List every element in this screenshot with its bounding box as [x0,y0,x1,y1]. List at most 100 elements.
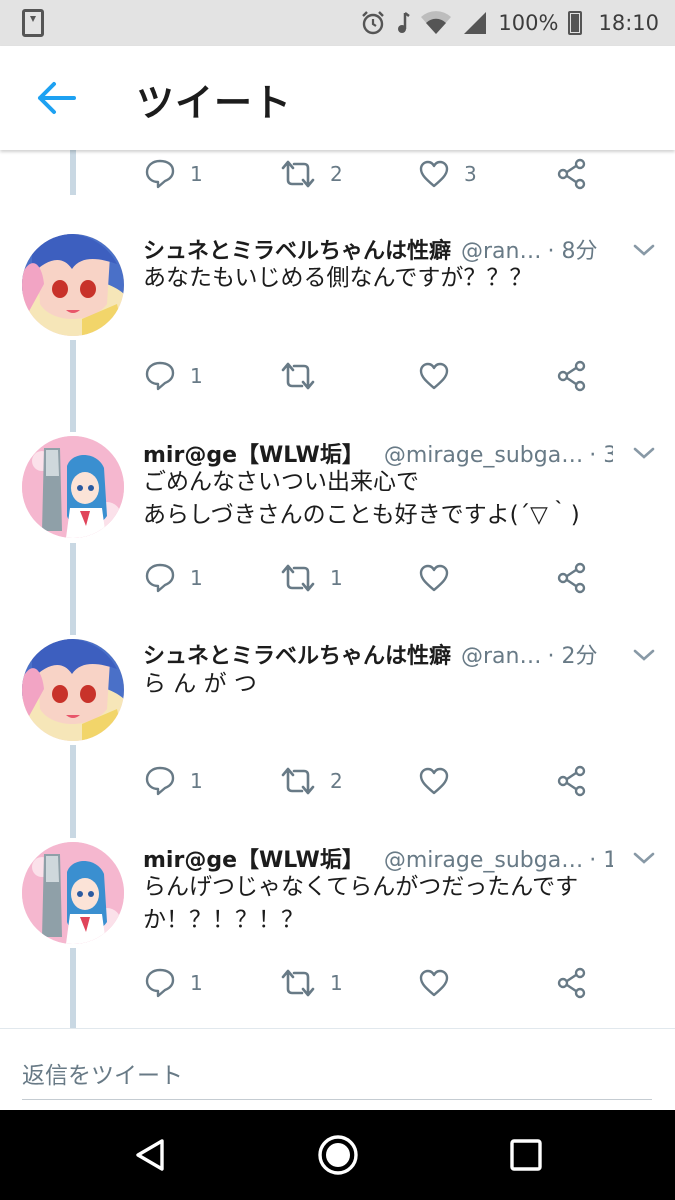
reply-input[interactable]: 返信をツイート [22,1050,652,1100]
user-handle[interactable]: @ran… [461,644,541,669]
heart-icon [418,158,450,190]
heart-icon [418,562,450,594]
reply-icon [144,967,176,999]
avatar[interactable] [22,639,124,741]
share-icon [556,360,588,392]
display-name[interactable]: シュネとミラベルちゃんは性癖 [143,233,451,265]
tweet-text-line: ごめんなさいつい出来心で [143,469,419,495]
like-count: 3 [464,162,477,186]
tweet-text: ら ん が つ [143,668,633,701]
retweet-icon [280,562,316,594]
reply-button[interactable]: 1 [144,751,203,811]
display-name[interactable]: mir@ge【WLW垢】 [143,842,364,874]
clock: 18:10 [598,11,659,35]
tweet-text-line: あなたもいじめる側なんですが？？？ [143,265,533,291]
tweet-header: シュネとミラベルちゃんは性癖 @ran… · 2分 [143,638,613,670]
reply-button[interactable]: 1 [144,953,203,1013]
battery-percent: 100% [498,11,559,35]
retweet-icon [280,967,316,999]
battery-icon [568,11,583,35]
recents-square-icon[interactable] [506,1135,546,1175]
heart-icon [418,967,450,999]
tweet-actions: 1 1 [0,548,675,608]
tweet-header: mir@ge【WLW垢】 @mirage_subga… · 3分 [143,437,613,469]
tweet-actions: 1 [0,346,675,406]
reply-count: 1 [190,971,203,995]
music-note-icon [398,12,411,33]
reply-count: 1 [190,162,203,186]
retweet-count: 2 [330,769,343,793]
user-handle[interactable]: @mirage_subga… [384,443,583,468]
retweet-button[interactable] [280,346,330,406]
status-bar: 100% 18:10 [0,0,675,46]
share-icon [556,158,588,190]
retweet-icon [280,360,316,392]
wifi-icon [421,11,452,35]
share-icon [556,765,588,797]
chevron-down-icon[interactable] [632,850,656,866]
download-icon [22,9,44,37]
tweet-header: シュネとミラベルちゃんは性癖 @ran… · 8分 [143,233,613,265]
alarm-icon [362,11,385,35]
display-name[interactable]: mir@ge【WLW垢】 [143,437,364,469]
system-navigation-bar [0,1110,675,1200]
home-circle-icon[interactable] [316,1133,360,1177]
reply-count: 1 [190,364,203,388]
avatar[interactable] [22,436,124,538]
anime-girl-avatar-image [22,639,124,741]
back-triangle-icon[interactable] [130,1135,170,1175]
user-handle[interactable]: @ran… [461,239,541,264]
timestamp[interactable]: · 1分 [589,842,613,874]
reply-button[interactable]: 1 [144,346,203,406]
avatar[interactable] [22,234,124,336]
anime-girl-avatar-image [22,234,124,336]
like-button[interactable] [418,751,464,811]
share-button[interactable] [556,346,588,406]
retweet-count: 1 [330,971,343,995]
top-app-bar: ツイート [0,46,675,150]
tweet-text: らんげつじゃなくてらんがつだったんです か！？！？！？ [143,871,633,937]
tweet-text: ごめんなさいつい出来心で あらしづきさんのことも好きですよ(´▽｀) [143,466,633,532]
user-handle[interactable]: @mirage_subga… [384,848,583,873]
display-name[interactable]: シュネとミラベルちゃんは性癖 [143,638,451,670]
anime-character-avatar-image [22,436,124,538]
tweet-text-line: らんげつじゃなくてらんがつだったんです [143,874,579,900]
reply-icon [144,562,176,594]
tweet-header: mir@ge【WLW垢】 @mirage_subga… · 1分 [143,842,613,874]
timestamp[interactable]: · 2分 [548,638,598,670]
heart-icon [418,360,450,392]
retweet-count: 1 [330,566,343,590]
chevron-down-icon[interactable] [632,647,656,663]
like-button[interactable] [418,953,464,1013]
arrow-left-icon[interactable] [34,80,78,116]
like-button[interactable]: 3 [418,144,477,204]
like-button[interactable] [418,548,464,608]
chevron-down-icon[interactable] [632,242,656,258]
tweet-actions: 1 2 [0,751,675,811]
share-button[interactable] [556,144,588,204]
reply-count: 1 [190,769,203,793]
tweet-text-line: あらしづきさんのことも好きですよ(´▽｀) [143,502,580,528]
tweet-text: あなたもいじめる側なんですが？？？ [143,262,633,295]
retweet-button[interactable]: 2 [280,751,343,811]
retweet-button[interactable]: 1 [280,548,343,608]
share-button[interactable] [556,548,588,608]
reply-icon [144,765,176,797]
heart-icon [418,765,450,797]
retweet-button[interactable]: 1 [280,953,343,1013]
reply-count: 1 [190,566,203,590]
reply-button[interactable]: 1 [144,144,203,204]
avatar[interactable] [22,842,124,944]
cellular-icon [464,12,487,34]
chevron-down-icon[interactable] [632,445,656,461]
page-title: ツイート [136,81,293,125]
timestamp[interactable]: · 8分 [548,233,598,265]
share-button[interactable] [556,953,588,1013]
retweet-count: 2 [330,162,343,186]
reply-button[interactable]: 1 [144,548,203,608]
like-button[interactable] [418,346,464,406]
share-button[interactable] [556,751,588,811]
timestamp[interactable]: · 3分 [589,437,613,469]
tweet-actions: 1 1 [0,953,675,1013]
retweet-button[interactable]: 2 [280,144,343,204]
